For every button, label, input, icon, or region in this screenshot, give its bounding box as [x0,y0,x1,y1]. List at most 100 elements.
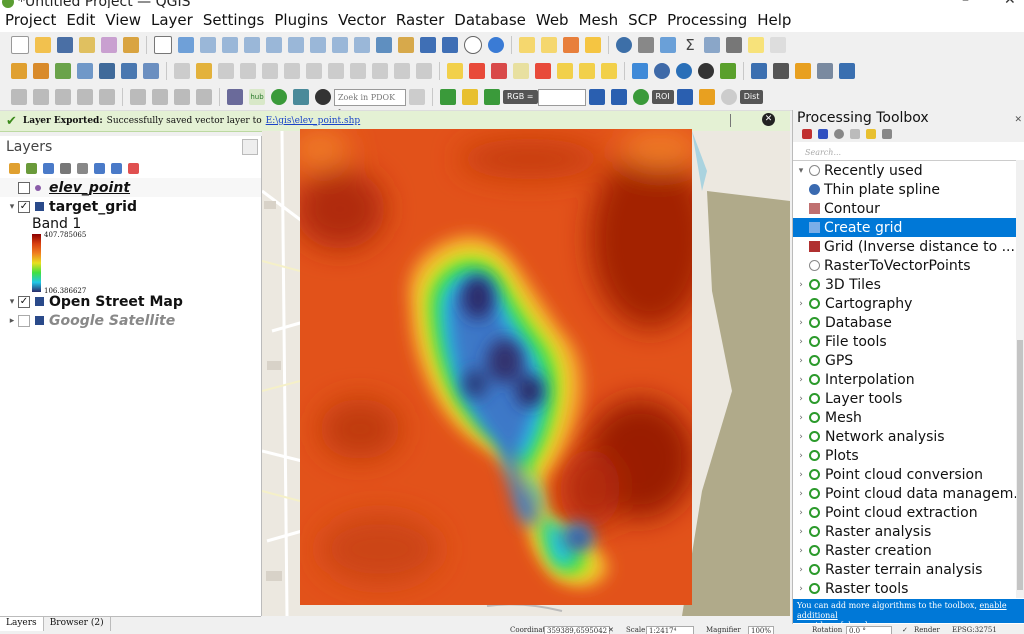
filter-expression-icon[interactable] [77,162,88,174]
scp-redo-icon[interactable] [720,89,737,105]
paste-icon[interactable] [372,63,388,79]
offset-curve-icon[interactable] [152,89,168,105]
change-label-icon[interactable] [579,63,595,79]
split-parts-icon[interactable] [196,89,212,105]
provider-group[interactable]: › Raster creation [793,541,1024,560]
pdok-search-input[interactable]: Zoek in PDOK Loc··· [334,88,406,110]
crs-button[interactable]: EPSG:32751 [952,626,997,634]
label-style-icon[interactable] [469,63,485,79]
vertex-tool-icon[interactable] [262,63,278,79]
plugin-b-icon[interactable] [654,63,670,79]
tab-layers[interactable]: Layers [0,617,44,631]
scp-add-icon[interactable] [698,89,715,105]
provider-group[interactable]: › Layer tools [793,389,1024,408]
menu-web[interactable]: Web [531,11,574,29]
manage-visibility-icon[interactable] [43,162,54,174]
show-bookmarks-icon[interactable] [442,37,458,53]
scp-roi-icon[interactable] [610,89,627,105]
rgb-combo[interactable] [537,88,586,106]
collapse-arrow-icon[interactable]: ▾ [6,297,18,307]
scripts-icon[interactable] [818,129,828,139]
data-source-manager-icon[interactable] [11,63,27,79]
reshape-icon[interactable] [130,89,146,105]
zoom-full-icon[interactable] [244,37,260,53]
share-icon[interactable] [271,89,287,105]
zoom-in-icon[interactable] [200,37,216,53]
layer-checkbox[interactable]: ✓ [18,295,30,308]
add-layer-icon[interactable] [121,63,137,79]
provider-group[interactable]: › Raster terrain analysis [793,560,1024,579]
tab-browser[interactable]: Browser (2) [44,617,111,631]
toolbox-scrollbar[interactable] [1016,160,1024,598]
temporal-controller-icon[interactable] [464,36,482,54]
coordinate-field[interactable]: 359389,6595042 [544,626,611,634]
metasearch-icon[interactable] [227,89,243,105]
menu-scp[interactable]: SCP [623,11,662,29]
layer-item-google-satellite[interactable]: ▸ Google Satellite [0,311,261,330]
delete-feature-icon[interactable] [306,63,322,79]
provider-group[interactable]: › Point cloud conversion [793,465,1024,484]
save-project-icon[interactable] [57,37,73,53]
scale-field[interactable]: 1:2417⁴ [646,626,694,634]
lock-icon[interactable]: ✕ [608,626,614,634]
new-3d-view-icon[interactable] [398,37,414,53]
algorithm-item[interactable]: RasterToVectorPoints [793,256,1024,275]
layer-checkbox[interactable]: ✓ [18,200,30,213]
label-icon[interactable] [447,63,463,79]
collapse-arrow-icon[interactable]: ▾ [6,202,18,212]
help-icon[interactable] [839,63,855,79]
toolbox-search-input[interactable]: Search... [793,146,1024,161]
move-feature-icon[interactable] [284,63,300,79]
menu-raster[interactable]: Raster [391,11,449,29]
cut-icon[interactable] [328,63,344,79]
label-tool-icon[interactable] [601,63,617,79]
plugin-d-icon[interactable] [698,63,714,79]
plugin-h-icon[interactable] [817,63,833,79]
plugin-g-icon[interactable] [795,63,811,79]
refresh-icon[interactable] [488,37,504,53]
algorithm-item[interactable]: Thin plate spline [793,180,1024,199]
scp-tool-icon[interactable] [440,89,456,105]
add-group-icon[interactable] [26,162,37,174]
layer-checkbox[interactable] [18,314,30,327]
provider-group[interactable]: › Point cloud extraction [793,503,1024,522]
statistics-icon[interactable]: Σ [682,37,698,53]
render-checkbox[interactable]: ✓ [902,626,908,634]
panel-close-icon[interactable]: ✕ [1014,112,1022,128]
zoom-out-icon[interactable] [222,37,238,53]
python-icon[interactable] [751,63,767,79]
deselect-icon[interactable] [563,37,579,53]
models-icon[interactable] [802,129,812,139]
bookmark-icon[interactable] [420,37,436,53]
scrollbar-thumb[interactable] [1017,340,1023,590]
redo-icon[interactable] [416,63,432,79]
plugin-c-icon[interactable] [676,63,692,79]
provider-group[interactable]: › Cartography [793,294,1024,313]
qgis-hub-icon[interactable]: hub [249,89,265,105]
filter-legend-icon[interactable] [60,162,71,174]
copy-icon[interactable] [350,63,366,79]
open-styling-icon[interactable] [9,162,20,174]
scp-draw-icon[interactable] [676,89,693,105]
algorithm-item[interactable]: Contour [793,199,1024,218]
add-vector-icon[interactable] [55,63,71,79]
expand-all-icon[interactable] [94,162,105,174]
pan-icon[interactable] [154,36,172,54]
zoom-selection-icon[interactable] [266,37,282,53]
layer-item-elev-point[interactable]: elev_point [0,178,261,197]
menu-vector[interactable]: Vector [333,11,391,29]
new-geopackage-icon[interactable] [33,63,49,79]
message-menu-icon[interactable] [730,114,741,127]
provider-group[interactable]: › Plots [793,446,1024,465]
virtual-layer-icon[interactable] [143,63,159,79]
move-label-icon[interactable] [535,63,551,79]
rotate-label-icon[interactable] [557,63,573,79]
menu-processing[interactable]: Processing [662,11,752,29]
close-window-icon[interactable]: ✕ [1004,0,1016,8]
menu-mesh[interactable]: Mesh [574,11,624,29]
save-edits-icon[interactable] [218,63,234,79]
provider-group[interactable]: › Mesh [793,408,1024,427]
zoom-last-icon[interactable] [332,37,348,53]
provider-group[interactable]: › Raster tools [793,579,1024,598]
edit-icon[interactable] [174,63,190,79]
